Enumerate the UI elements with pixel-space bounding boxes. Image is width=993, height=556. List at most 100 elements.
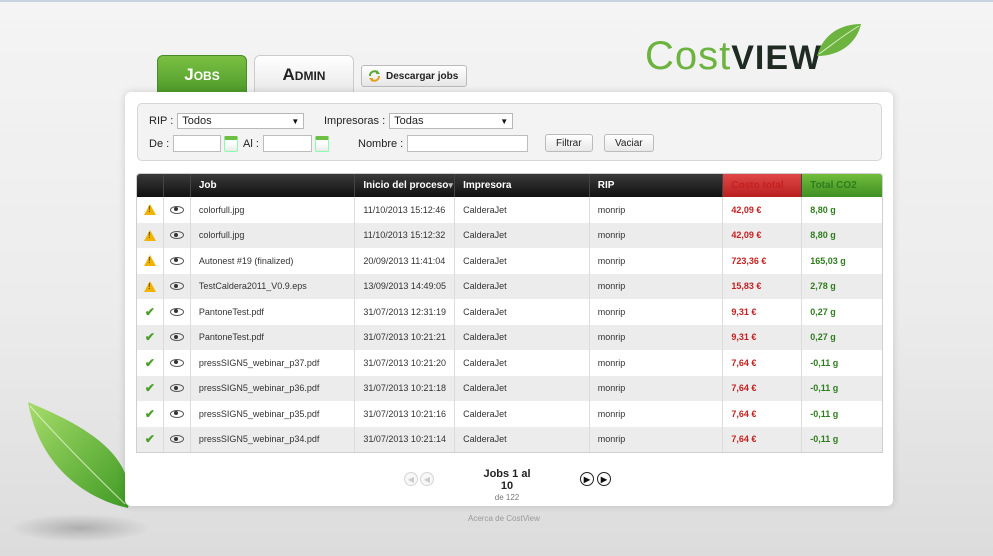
start-time: 31/07/2013 10:21:20 (355, 350, 456, 376)
table-row[interactable]: colorfull.jpg11/10/2013 15:12:32CalderaJ… (137, 222, 882, 248)
about-link[interactable]: Acerca de CostView (468, 514, 540, 523)
tab-admin[interactable]: Admin (254, 55, 354, 93)
calendar-icon[interactable] (224, 135, 239, 152)
name-input[interactable] (407, 135, 529, 152)
eye-icon[interactable] (169, 358, 184, 367)
pagination: ◀ ◀ Jobs 1 al 10 de 122 ▶ ▶ (125, 464, 893, 502)
rip-name: monrip (590, 375, 724, 401)
view-cell[interactable] (164, 350, 191, 376)
total-cost: 7,64 € (723, 350, 803, 376)
header-job[interactable]: Job (191, 174, 356, 197)
printer-name: CalderaJet (455, 222, 590, 248)
printer-name: CalderaJet (455, 299, 590, 325)
header-co2[interactable]: Total CO2 (802, 174, 882, 197)
last-page-icon[interactable]: ▶ (597, 472, 611, 486)
table-row[interactable]: TestCaldera2011_V0.9.eps13/09/2013 14:49… (137, 273, 882, 299)
eye-icon[interactable] (169, 409, 184, 418)
status-cell (137, 273, 164, 299)
pagination-range: Jobs 1 al 10 (483, 468, 531, 492)
eye-icon[interactable] (169, 256, 184, 265)
eye-icon[interactable] (169, 231, 184, 240)
total-co2: 8,80 g (810, 230, 836, 241)
start-time: 31/07/2013 10:21:21 (355, 324, 456, 350)
table-row[interactable]: ✔ pressSIGN5_webinar_p34.pdf 31/07/2013 10… (137, 426, 882, 452)
start-time: 31/07/2013 10:21:14 (355, 426, 456, 452)
status-cell (137, 222, 164, 248)
logo-text-view: VIEW (731, 39, 823, 77)
total-co2: -0,11 g (810, 434, 839, 445)
next-page-icon[interactable]: ▶ (580, 472, 594, 486)
rip-select-value: Todos (182, 115, 212, 127)
status-cell: ✔ (137, 350, 164, 376)
eye-icon[interactable] (169, 333, 184, 342)
status-cell (137, 248, 164, 274)
table-row[interactable]: Autonest #19 (finalized)20/09/2013 11:41… (137, 248, 882, 274)
prev-page-icon[interactable]: ◀ (420, 472, 434, 486)
total-co2: -0,11 g (810, 383, 839, 394)
eye-icon[interactable] (169, 435, 184, 444)
costview-logo: Cost VIEW (645, 24, 861, 78)
start-time: 11/10/2013 15:12:46 (355, 197, 456, 223)
eye-icon[interactable] (169, 282, 184, 291)
header-rip[interactable]: RIP (590, 174, 724, 197)
rip-select[interactable]: Todos ▼ (177, 113, 305, 129)
check-icon: ✔ (144, 432, 155, 447)
clear-button[interactable]: Vaciar (604, 134, 654, 152)
eye-icon[interactable] (169, 307, 184, 316)
table-row[interactable]: ✔ PantoneTest.pdf 31/07/2013 12:31:19 Calde… (137, 299, 882, 325)
header-view (164, 174, 191, 197)
calendar-icon[interactable] (314, 135, 329, 152)
refresh-icon (369, 70, 380, 82)
total-cost: 9,31 € (723, 299, 803, 325)
header-printer[interactable]: Impresora (455, 174, 590, 197)
rip-name: monrip (590, 401, 724, 427)
job-name: pressSIGN5_webinar_p34.pdf (191, 426, 356, 452)
job-name: colorfull.jpg (191, 197, 356, 223)
view-cell[interactable] (164, 426, 191, 452)
view-cell[interactable] (164, 248, 191, 274)
job-name: pressSIGN5_webinar_p35.pdf (191, 401, 356, 427)
table-row[interactable]: ✔ pressSIGN5_webinar_p36.pdf 31/07/2013 10… (137, 375, 882, 401)
rip-label: RIP : (149, 115, 174, 127)
status-cell: ✔ (137, 375, 164, 401)
view-cell[interactable] (164, 273, 191, 299)
eye-icon[interactable] (169, 205, 184, 214)
filter-button[interactable]: Filtrar (545, 134, 593, 152)
view-cell[interactable] (164, 401, 191, 427)
check-icon: ✔ (144, 304, 155, 319)
view-cell[interactable] (164, 324, 191, 350)
view-cell[interactable] (164, 299, 191, 325)
printers-select[interactable]: Todas ▼ (389, 113, 514, 129)
table-row[interactable]: ✔ pressSIGN5_webinar_p37.pdf 31/07/2013 10… (137, 350, 882, 376)
printer-name: CalderaJet (455, 324, 590, 350)
header-status (137, 174, 164, 197)
header-start[interactable]: Inicio del proceso (355, 174, 456, 197)
tab-jobs[interactable]: Jobs (157, 55, 247, 93)
header-cost[interactable]: Costo total (723, 174, 803, 197)
to-date-input[interactable] (262, 135, 312, 152)
logo-text-cost: Cost (645, 34, 732, 78)
top-border (0, 0, 993, 2)
table-row[interactable]: colorfull.jpg11/10/2013 15:12:46CalderaJ… (137, 197, 882, 223)
main-panel: RIP : Todos ▼ Impresoras : Todas ▼ De : … (125, 92, 893, 506)
download-jobs-button[interactable]: Descargar jobs (361, 65, 468, 87)
total-cost: 7,64 € (723, 401, 803, 427)
check-icon: ✔ (144, 330, 155, 345)
first-page-icon[interactable]: ◀ (404, 472, 418, 486)
total-cost: 723,36 € (723, 248, 803, 274)
from-date-label: De : (149, 137, 170, 150)
total-cost: 7,64 € (723, 426, 803, 452)
rip-name: monrip (590, 299, 724, 325)
eye-icon[interactable] (169, 384, 184, 393)
start-time: 11/10/2013 15:12:32 (355, 222, 456, 248)
to-date-label: Al : (243, 137, 259, 150)
table-row[interactable]: ✔ pressSIGN5_webinar_p35.pdf 31/07/2013 10… (137, 401, 882, 427)
table-body: colorfull.jpg11/10/2013 15:12:46CalderaJ… (137, 197, 882, 452)
printer-name: CalderaJet (455, 197, 590, 223)
view-cell[interactable] (164, 375, 191, 401)
table-row[interactable]: ✔ PantoneTest.pdf 31/07/2013 10:21:21 Calde… (137, 324, 882, 350)
view-cell[interactable] (164, 197, 191, 223)
total-co2: 8,80 g (810, 204, 836, 215)
view-cell[interactable] (164, 222, 191, 248)
from-date-input[interactable] (173, 135, 222, 152)
